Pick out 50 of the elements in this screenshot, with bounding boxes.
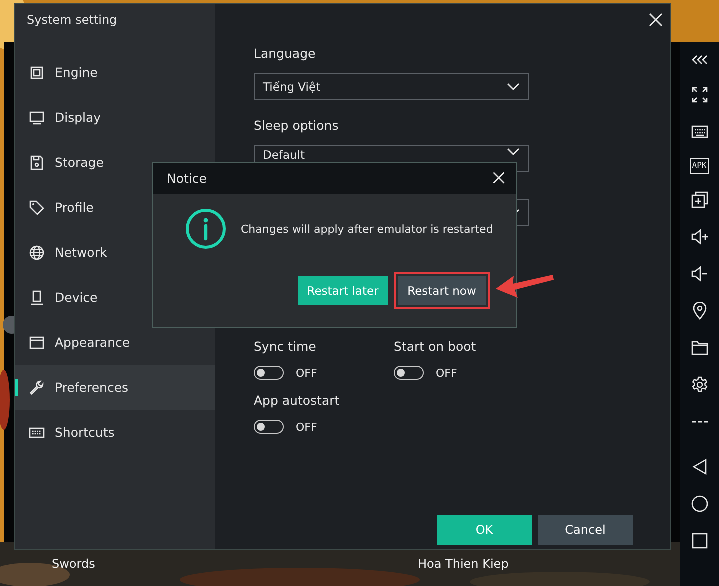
sidebar-item[interactable]: Engine (15, 50, 215, 95)
apk-icon[interactable]: APK (690, 158, 709, 174)
selection-bar (15, 379, 18, 396)
toggle-state: OFF (436, 366, 458, 380)
toggle-state: OFF (296, 366, 318, 380)
volume-up-icon[interactable] (690, 228, 708, 246)
close-button[interactable] (491, 170, 507, 186)
location-icon[interactable] (690, 302, 708, 320)
wrench-icon (29, 380, 45, 396)
phone-icon (29, 290, 45, 306)
sidebar-item[interactable]: Preferences (15, 365, 215, 410)
settings-icon[interactable] (690, 376, 708, 394)
chevron-icon (507, 148, 520, 156)
toggle-switch[interactable] (394, 366, 424, 380)
sidebar-item[interactable]: Display (15, 95, 215, 140)
toggle-switch[interactable] (254, 420, 284, 434)
field-label: Sleep options (254, 118, 340, 135)
app-label: Swords (52, 557, 96, 571)
folder-icon[interactable] (690, 339, 708, 357)
save-icon (29, 154, 45, 170)
volume-down-icon[interactable] (690, 265, 708, 283)
field-label: Language (254, 46, 317, 63)
fullscreen-icon[interactable] (690, 86, 708, 104)
sidebar-item[interactable]: Shortcuts (15, 410, 215, 455)
toggle-state: OFF (296, 420, 318, 434)
field-label: App autostart (254, 393, 341, 410)
info-icon (185, 208, 227, 250)
app-label: Hoa Thien Kiep (418, 557, 509, 571)
recents-icon[interactable] (690, 532, 708, 550)
field-label: Sync time (254, 339, 318, 356)
chevron-icon (507, 82, 520, 90)
close-button[interactable] (648, 12, 664, 28)
tag-icon (29, 200, 45, 216)
window-title: System setting (26, 12, 118, 29)
dialog-message: Changes will apply after emulator is restarted (241, 222, 494, 236)
window-icon (29, 334, 45, 350)
home-icon[interactable] (690, 495, 708, 513)
field-label: Start on boot (394, 339, 478, 356)
dialog-title: Notice (167, 171, 207, 186)
monitor-icon (29, 110, 45, 126)
sidebar-item[interactable]: Appearance (15, 320, 215, 365)
toggle-switch[interactable] (254, 366, 284, 380)
keyboard-icon[interactable] (690, 123, 708, 141)
cancel-button[interactable]: Cancel (538, 515, 633, 545)
restart-now-button[interactable]: Restart now (394, 272, 490, 309)
chip-icon (29, 64, 45, 80)
language-dropdown[interactable]: Tiếng Việt (254, 73, 529, 100)
globe-icon (29, 244, 45, 260)
back-icon[interactable] (690, 458, 708, 476)
multi-window-icon[interactable] (690, 191, 708, 209)
